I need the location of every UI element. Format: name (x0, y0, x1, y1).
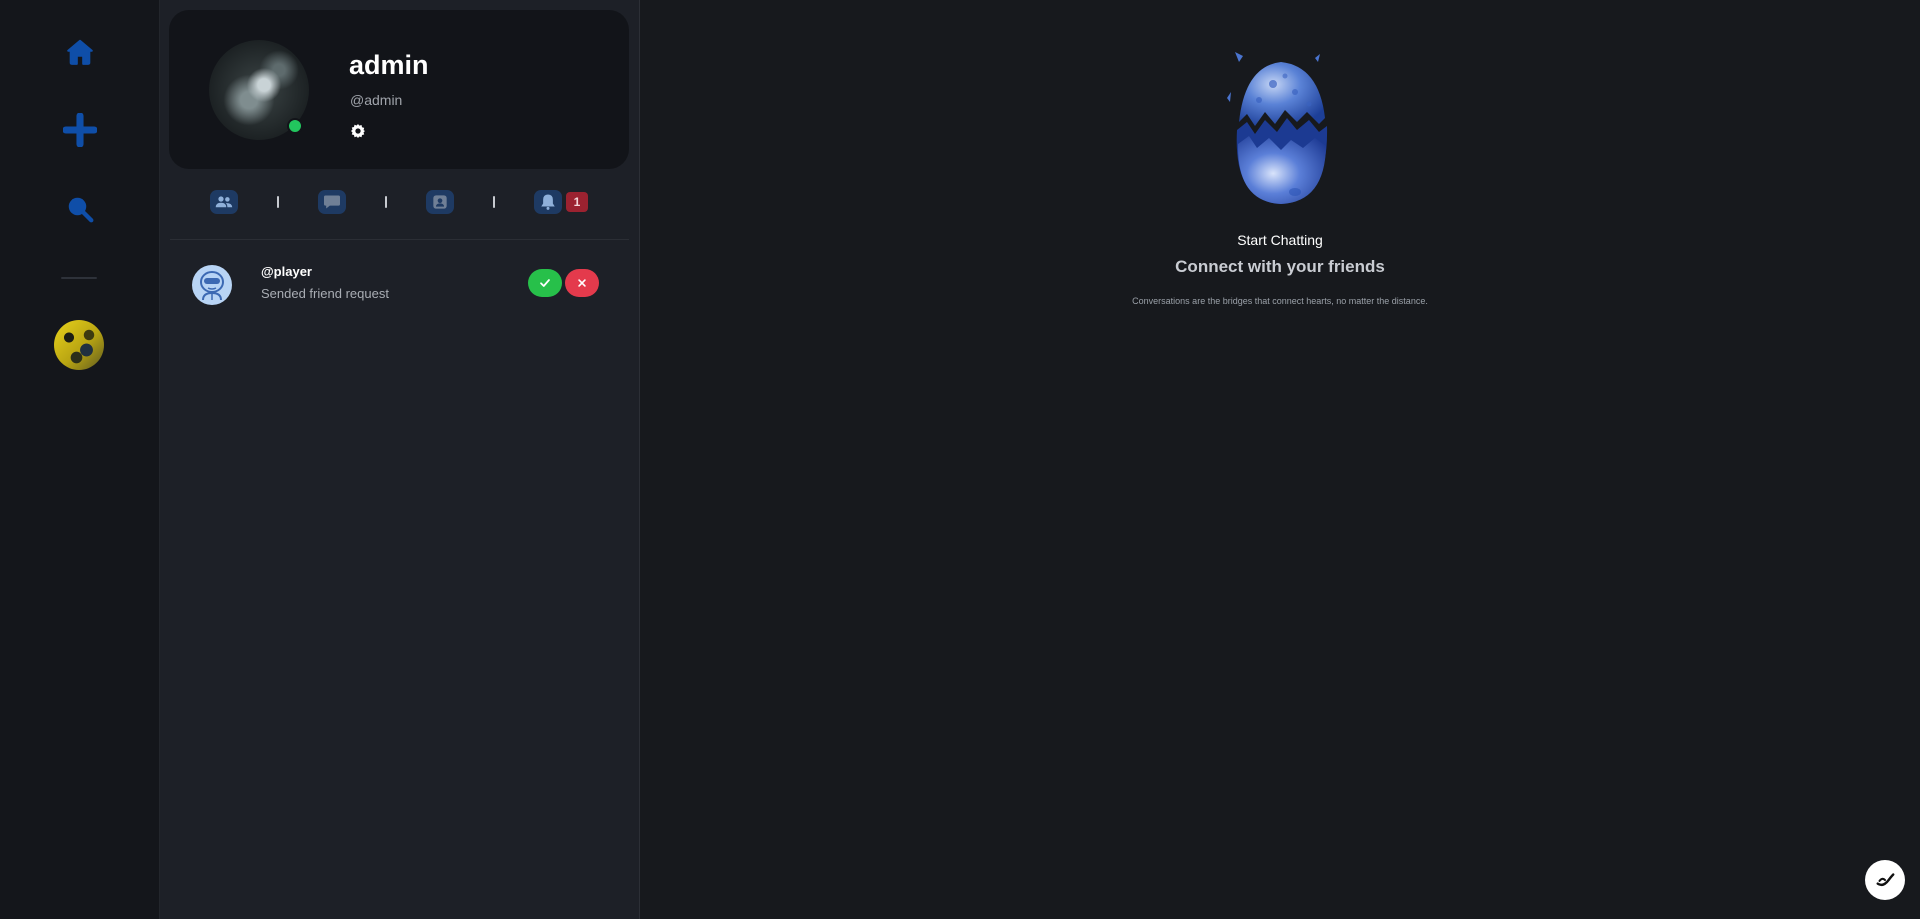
left-rail (0, 0, 160, 919)
tab-notifications[interactable] (534, 190, 562, 214)
profile-card: admin @admin (169, 10, 629, 169)
chat-icon (324, 195, 340, 209)
plus-icon (62, 113, 97, 147)
swoosh-icon (1876, 873, 1895, 887)
online-status-dot (287, 118, 303, 134)
check-icon (540, 279, 550, 287)
tab-chats[interactable] (318, 190, 346, 214)
side-panel: admin @admin 1 @player Sended friend req… (160, 0, 640, 919)
search-icon (68, 197, 93, 223)
tab-separator (385, 196, 387, 208)
connect-title: Connect with your friends (1175, 257, 1385, 276)
robot-avatar-icon (200, 271, 224, 301)
search-button[interactable] (60, 189, 100, 229)
decline-request-button[interactable] (565, 269, 599, 297)
requester-name: @player (261, 264, 312, 279)
home-icon (66, 39, 93, 65)
add-button[interactable] (60, 110, 100, 150)
request-message: Sended friend request (261, 286, 389, 301)
bell-icon (541, 194, 555, 210)
friend-request-item: @player Sended friend request (160, 260, 639, 308)
tab-friends[interactable] (210, 190, 238, 214)
assistant-button[interactable] (1865, 860, 1905, 900)
contact-icon (433, 195, 447, 209)
rail-divider (61, 277, 97, 279)
profile-handle: @admin (350, 92, 403, 108)
server-avatar[interactable] (54, 320, 104, 370)
tab-separator (493, 196, 495, 208)
player-avatar[interactable] (192, 265, 232, 305)
panel-tabs: 1 (160, 190, 639, 218)
profile-name: admin (349, 50, 429, 80)
tabs-divider (170, 239, 629, 240)
tab-contacts[interactable] (426, 190, 454, 214)
gear-icon (351, 124, 365, 138)
close-icon (578, 279, 586, 287)
profile-avatar[interactable] (209, 40, 309, 140)
egg-illustration (1227, 52, 1328, 204)
tab-separator (277, 196, 279, 208)
connect-subtitle: Conversations are the bridges that conne… (1132, 296, 1428, 306)
main-area: Start Chatting Connect with your friends… (640, 0, 1920, 919)
home-button[interactable] (60, 32, 100, 72)
settings-button[interactable] (349, 122, 367, 140)
start-chatting-label: Start Chatting (1237, 232, 1323, 248)
users-icon (215, 196, 233, 208)
accept-request-button[interactable] (528, 269, 562, 297)
notification-count-badge: 1 (566, 192, 588, 212)
